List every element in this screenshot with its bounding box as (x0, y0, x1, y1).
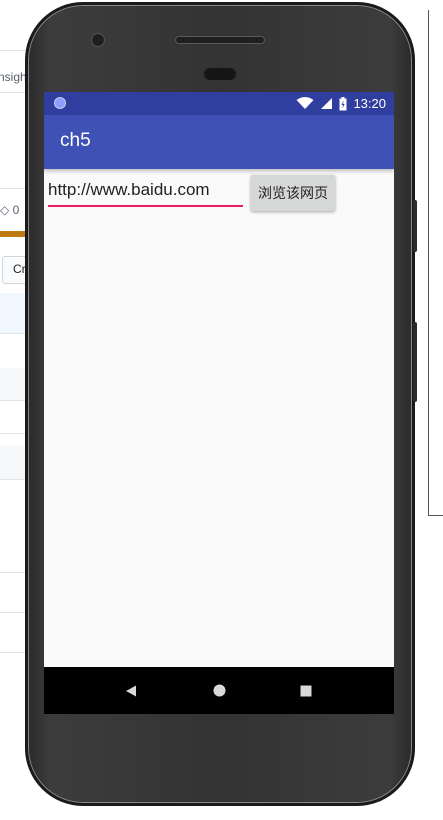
volume-key[interactable] (413, 200, 417, 252)
status-time: 13:20 (353, 96, 386, 111)
app-bar: ch5 (44, 115, 394, 169)
url-input[interactable] (48, 177, 243, 207)
home-icon (213, 684, 225, 697)
browse-page-button[interactable]: 浏览该网页 (251, 175, 335, 211)
status-bar: 13:20 (44, 92, 394, 115)
background-side-panel (428, 10, 443, 516)
nav-home-button[interactable] (189, 667, 249, 714)
recents-icon (300, 685, 312, 696)
navigation-bar (44, 667, 394, 714)
front-camera (91, 33, 105, 47)
nav-back-button[interactable] (101, 667, 161, 714)
signal-icon (321, 98, 333, 109)
background-tab-text: nsigh (0, 70, 27, 84)
wifi-icon (296, 97, 314, 109)
background-button-label: Cr (13, 262, 26, 276)
nav-recents-button[interactable] (276, 667, 336, 714)
proximity-sensor (204, 68, 236, 80)
background-count-value: 0 (12, 203, 20, 217)
notification-dot-icon (54, 97, 66, 109)
back-icon (126, 685, 136, 696)
status-icons: 13:20 (296, 95, 386, 112)
app-title: ch5 (60, 130, 91, 151)
earpiece-speaker (175, 36, 265, 44)
battery-icon (339, 96, 347, 110)
device-screen: 13:20 ch5 浏览该网页 (44, 92, 394, 714)
background-count: ◇ 0 (0, 203, 20, 217)
power-key[interactable] (413, 322, 417, 402)
